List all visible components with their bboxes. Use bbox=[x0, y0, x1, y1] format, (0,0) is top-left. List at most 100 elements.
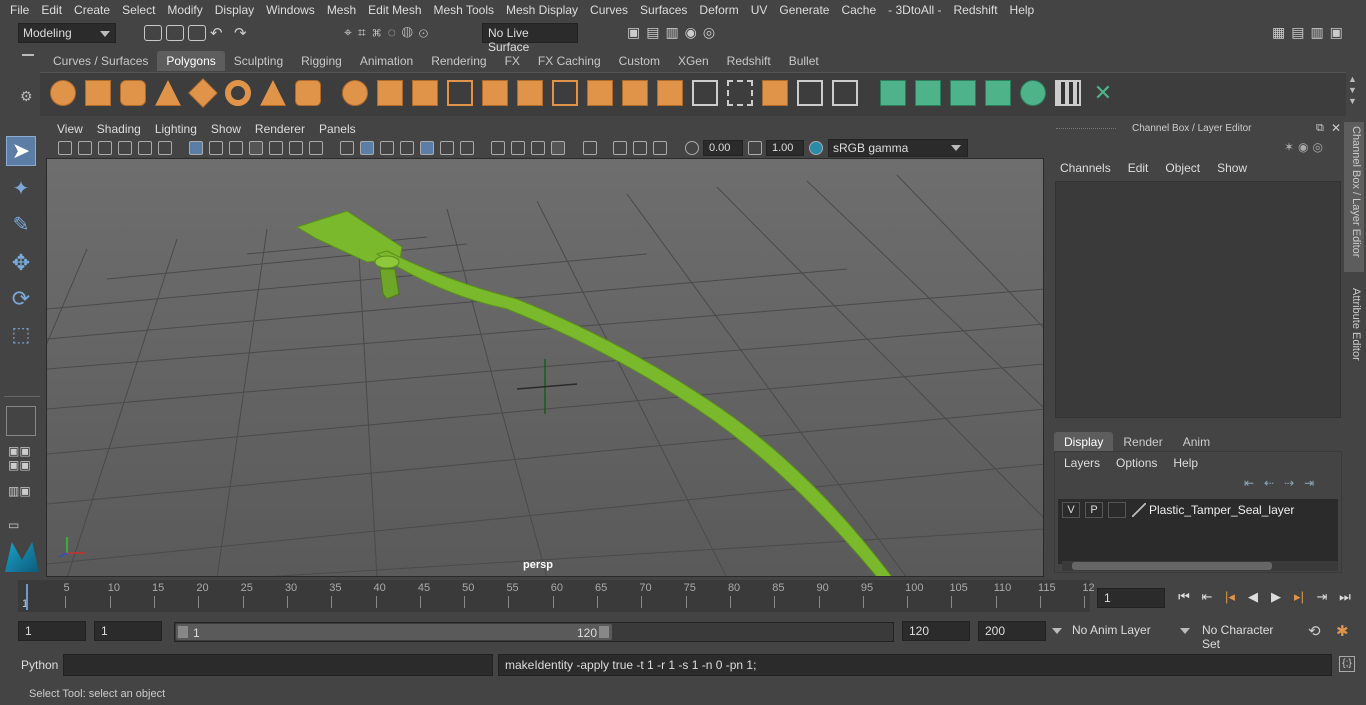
playback-end-field[interactable]: 120 bbox=[902, 621, 970, 641]
menu-deform[interactable]: Deform bbox=[693, 3, 744, 17]
default-material-icon[interactable] bbox=[380, 141, 394, 155]
layer-scrollbar[interactable] bbox=[1062, 561, 1338, 571]
outliner-pane-icon[interactable]: ▭ bbox=[8, 518, 19, 532]
close-icon[interactable]: ✕ bbox=[1331, 121, 1341, 135]
menu-display[interactable]: Display bbox=[209, 3, 260, 17]
menu-modify[interactable]: Modify bbox=[161, 3, 208, 17]
save-scene-icon[interactable] bbox=[188, 25, 206, 41]
checker-icon[interactable] bbox=[1055, 80, 1081, 106]
menu-mesh[interactable]: Mesh bbox=[321, 3, 362, 17]
command-language-label[interactable]: Python bbox=[21, 658, 58, 672]
straighten-uv-icon[interactable] bbox=[1020, 80, 1046, 106]
shelf-gear-icon[interactable]: ⚙ bbox=[20, 88, 33, 105]
redo-icon[interactable]: ↷ bbox=[234, 24, 247, 42]
layout-uv-icon[interactable] bbox=[832, 80, 858, 106]
shelf-tab-sculpting[interactable]: Sculpting bbox=[225, 51, 292, 71]
gate-mask-icon[interactable] bbox=[249, 141, 263, 155]
color-space-select[interactable]: sRGB gamma bbox=[828, 139, 968, 157]
layer-scroll-thumb[interactable] bbox=[1072, 562, 1272, 570]
motion-blur-icon[interactable] bbox=[511, 141, 525, 155]
uv-icon[interactable] bbox=[692, 80, 718, 106]
menu-edit-mesh[interactable]: Edit Mesh bbox=[362, 3, 427, 17]
four-pane-icon[interactable]: ▣▣ ▣▣ bbox=[8, 444, 31, 472]
shelf-menu-icon[interactable] bbox=[22, 54, 34, 66]
menu-mesh-tools[interactable]: Mesh Tools bbox=[428, 3, 500, 17]
wireframe-icon[interactable] bbox=[340, 141, 354, 155]
paint-select-icon[interactable]: ✎ bbox=[6, 210, 36, 240]
shelf-tab-curves-surfaces[interactable]: Curves / Surfaces bbox=[44, 51, 157, 71]
step-back-key-icon[interactable]: |◂ bbox=[1222, 589, 1238, 605]
poly-cylinder-icon[interactable] bbox=[120, 80, 146, 106]
gamma-icon[interactable] bbox=[748, 141, 762, 155]
image-plane-icon[interactable] bbox=[118, 141, 132, 155]
range-handle-left[interactable] bbox=[178, 626, 188, 638]
open-scene-icon[interactable] bbox=[166, 25, 184, 41]
menu-generate[interactable]: Generate bbox=[773, 3, 835, 17]
workspace-icons[interactable]: ▦▤▥▣ bbox=[1272, 24, 1349, 41]
auto-uv-icon[interactable] bbox=[762, 80, 788, 106]
layer-playback-toggle[interactable]: P bbox=[1085, 502, 1103, 518]
poly-torus-icon[interactable] bbox=[225, 80, 251, 106]
film-gate-icon[interactable] bbox=[209, 141, 223, 155]
layer-menu-layers[interactable]: Layers bbox=[1064, 456, 1116, 470]
ambient-occlusion-icon[interactable] bbox=[491, 141, 505, 155]
channel-box-menu-edit[interactable]: Edit bbox=[1128, 161, 1166, 175]
bridge-icon[interactable] bbox=[552, 80, 578, 106]
combine-icon[interactable] bbox=[342, 80, 368, 106]
grid-toggle-icon[interactable] bbox=[189, 141, 203, 155]
cut-uv-icon[interactable] bbox=[915, 80, 941, 106]
menu-windows[interactable]: Windows bbox=[260, 3, 321, 17]
bevel-icon[interactable] bbox=[517, 80, 543, 106]
shelf-tab-redshift[interactable]: Redshift bbox=[718, 51, 780, 71]
shelf-tab-polygons[interactable]: Polygons bbox=[157, 51, 225, 71]
isolate-select-icon[interactable] bbox=[583, 141, 597, 155]
channel-box-icons[interactable]: ✶◉◎ bbox=[1284, 140, 1327, 154]
menu-surfaces[interactable]: Surfaces bbox=[634, 3, 693, 17]
symmetry-icon[interactable]: ✕ bbox=[1090, 80, 1116, 106]
layer-tab-display[interactable]: Display bbox=[1054, 432, 1114, 452]
layer-visibility-toggle[interactable]: V bbox=[1062, 502, 1080, 518]
mirror-icon[interactable] bbox=[412, 80, 438, 106]
planar-map-icon[interactable] bbox=[727, 80, 753, 106]
step-back-icon[interactable]: ⇤ bbox=[1199, 589, 1215, 605]
menu-3dtoall[interactable]: - 3DtoAll - bbox=[882, 3, 947, 17]
fill-hole-icon[interactable] bbox=[587, 80, 613, 106]
grease-pencil-icon[interactable] bbox=[158, 141, 172, 155]
2d-pan-icon[interactable] bbox=[138, 141, 152, 155]
poly-cube-icon[interactable] bbox=[85, 80, 111, 106]
channel-box-menu-channels[interactable]: Channels bbox=[1060, 161, 1128, 175]
scale-tool-icon[interactable]: ⬚ bbox=[6, 320, 36, 350]
render-icons[interactable]: ▣▤▥◉◎ bbox=[627, 24, 721, 41]
two-pane-icon[interactable]: ▥▣ bbox=[8, 484, 31, 498]
shelf-tab-fx[interactable]: FX bbox=[496, 51, 529, 71]
menu-cache[interactable]: Cache bbox=[835, 3, 882, 17]
auto-key-icon[interactable]: ⟲ bbox=[1308, 622, 1321, 640]
shelf-tab-fx-caching[interactable]: FX Caching bbox=[529, 51, 610, 71]
xray-icon[interactable] bbox=[613, 141, 627, 155]
safe-title-icon[interactable] bbox=[309, 141, 323, 155]
shelf-tab-bullet[interactable]: Bullet bbox=[780, 51, 828, 71]
character-set-select[interactable]: No Character Set bbox=[1196, 621, 1300, 651]
layer-tab-render[interactable]: Render bbox=[1113, 432, 1172, 452]
menu-select[interactable]: Select bbox=[116, 3, 161, 17]
mode-selector[interactable]: Modeling bbox=[18, 23, 116, 43]
layer-menu-help[interactable]: Help bbox=[1173, 456, 1214, 470]
viewport-menu-show[interactable]: Show bbox=[204, 122, 248, 136]
command-input[interactable] bbox=[63, 654, 493, 676]
shelf-tab-animation[interactable]: Animation bbox=[351, 51, 422, 71]
sew-uv-icon[interactable] bbox=[950, 80, 976, 106]
go-to-start-icon[interactable]: ⏮ bbox=[1176, 589, 1192, 605]
shelf-tab-rendering[interactable]: Rendering bbox=[422, 51, 495, 71]
layer-name[interactable]: Plastic_Tamper_Seal_layer bbox=[1149, 503, 1294, 517]
go-to-end-icon[interactable]: ⏭ bbox=[1337, 589, 1353, 605]
side-tab-channel-box[interactable]: Channel Box / Layer Editor bbox=[1344, 122, 1364, 272]
layer-type-toggle[interactable] bbox=[1108, 502, 1126, 518]
poly-pipe-icon[interactable] bbox=[295, 80, 321, 106]
safe-action-icon[interactable] bbox=[289, 141, 303, 155]
lasso-tool-icon[interactable]: ✦ bbox=[6, 174, 36, 204]
character-set-chevron-icon[interactable] bbox=[1180, 628, 1190, 634]
shelf-tab-xgen[interactable]: XGen bbox=[669, 51, 718, 71]
menu-mesh-display[interactable]: Mesh Display bbox=[500, 3, 584, 17]
layer-color-icon[interactable] bbox=[1132, 503, 1146, 517]
channel-box-area[interactable] bbox=[1055, 181, 1341, 418]
